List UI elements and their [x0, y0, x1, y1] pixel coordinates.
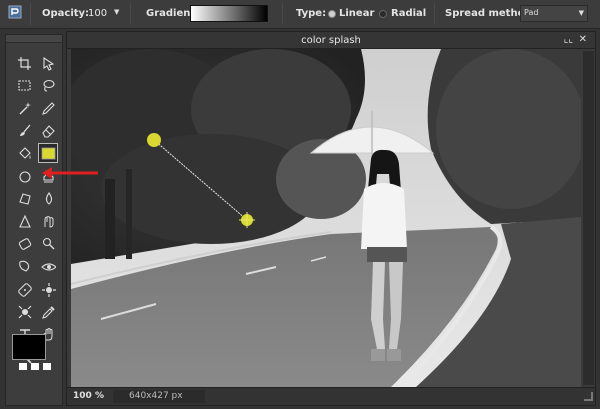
spread-method-value: Pad: [524, 8, 539, 17]
marquee-tool-icon[interactable]: [14, 76, 34, 96]
document-titlebar[interactable]: color splash ⌞⌞ ✕: [67, 32, 595, 49]
magic-wand-icon[interactable]: [14, 98, 34, 118]
smudge-icon[interactable]: [38, 211, 58, 231]
separator: [130, 3, 131, 25]
type-linear-radio[interactable]: [328, 10, 336, 18]
color-picker-icon[interactable]: [14, 166, 34, 186]
color-swatch-mini[interactable]: [43, 363, 51, 370]
person-shoe: [387, 349, 401, 361]
sharpen-icon[interactable]: [14, 211, 34, 231]
separator: [434, 3, 435, 25]
photo-canvas[interactable]: [71, 49, 581, 387]
annotation-arrow-icon: [42, 167, 98, 179]
crop-tool-icon[interactable]: [14, 53, 34, 73]
pinch-icon[interactable]: [14, 302, 34, 322]
zoom-unit: %: [95, 391, 105, 401]
shape-tool-icon[interactable]: [14, 189, 34, 209]
tree-trunk: [126, 169, 132, 259]
person-shoe: [371, 349, 385, 361]
separator: [30, 3, 31, 25]
vertical-scrollbar[interactable]: [583, 51, 594, 385]
lasso-tool-icon[interactable]: [38, 76, 58, 96]
gradient-start-handle[interactable]: [147, 133, 161, 147]
eraser-icon[interactable]: [38, 121, 58, 141]
type-label: Type:: [296, 8, 327, 19]
dodge-icon[interactable]: [38, 234, 58, 254]
gradient-preview[interactable]: [190, 5, 268, 22]
burn-icon[interactable]: [14, 256, 34, 276]
color-swatch-mini[interactable]: [31, 363, 39, 370]
restore-icon[interactable]: ⌞⌞: [564, 34, 573, 45]
tree-trunk: [105, 179, 115, 259]
person-shorts: [367, 247, 407, 262]
chevron-down-icon: ▼: [578, 9, 584, 17]
tree-canopy: [436, 49, 581, 209]
gradient-tool-icon[interactable]: [38, 143, 58, 164]
image-dimensions: 640x427 px: [129, 391, 183, 401]
sponge-icon[interactable]: [14, 234, 34, 254]
dimensions-field: 640x427 px: [113, 390, 205, 403]
type-linear-label[interactable]: Linear: [339, 8, 374, 19]
paint-bucket-icon[interactable]: [14, 143, 34, 163]
type-radial-label[interactable]: Radial: [391, 8, 426, 19]
type-radial-radio[interactable]: [379, 10, 387, 18]
bloat-icon[interactable]: [38, 279, 58, 299]
opacity-dropdown-icon[interactable]: ▼: [114, 8, 119, 16]
spread-method-select[interactable]: Pad ▼: [520, 5, 588, 22]
separator: [282, 3, 283, 25]
opacity-value[interactable]: 100: [88, 8, 107, 19]
color-swatch-mini[interactable]: [19, 363, 27, 370]
brush-icon[interactable]: [14, 121, 34, 141]
opacity-label: Opacity:: [42, 8, 90, 19]
zoom-value[interactable]: 100: [73, 391, 92, 401]
status-bar: 100 % 640x427 px: [67, 387, 595, 405]
options-bar: Opacity: 100 ▼ Gradient: Type: Linear Ra…: [0, 0, 600, 29]
panel-grip[interactable]: [6, 35, 62, 43]
app-logo-icon: [8, 5, 22, 19]
resize-grip-icon[interactable]: [584, 392, 593, 401]
person-jacket: [361, 183, 407, 249]
primary-color-swatch[interactable]: [12, 334, 46, 360]
pencil-icon[interactable]: [38, 98, 58, 118]
move-tool-icon[interactable]: [38, 53, 58, 73]
document-window: color splash ⌞⌞ ✕ 100 % 640x427 px: [66, 31, 596, 406]
red-eye-icon[interactable]: [38, 256, 58, 276]
eyedropper-icon[interactable]: [38, 302, 58, 322]
spot-heal-icon[interactable]: [14, 279, 34, 299]
close-icon[interactable]: ✕: [579, 34, 587, 45]
image-canvas[interactable]: [71, 49, 581, 387]
document-title: color splash: [301, 35, 361, 46]
blur-icon[interactable]: [38, 189, 58, 209]
